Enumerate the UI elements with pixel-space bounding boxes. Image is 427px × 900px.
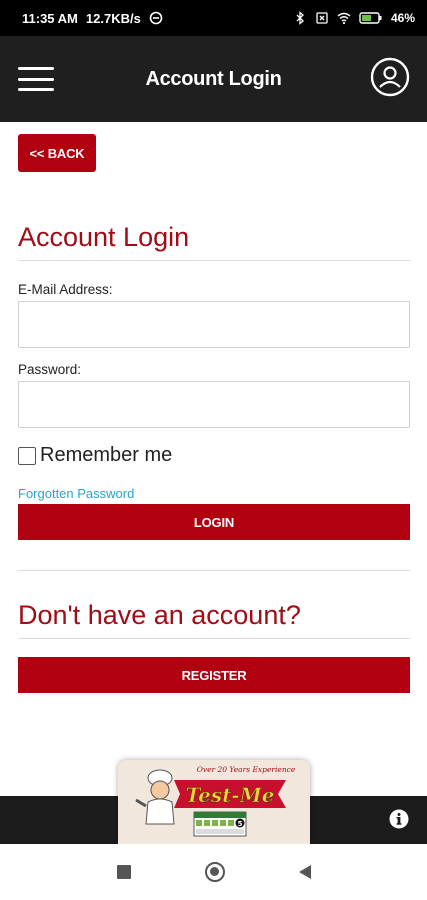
login-button[interactable]: LOGIN: [18, 504, 410, 540]
test-me-logo: Over 20 Years Experience Test-Me 5: [135, 765, 296, 837]
remember-checkbox[interactable]: [18, 446, 36, 465]
home-icon[interactable]: [204, 862, 225, 882]
wifi-icon: [337, 12, 351, 25]
no-sim-icon: [316, 12, 328, 24]
email-field[interactable]: [18, 301, 410, 348]
forgotten-password-link[interactable]: Forgotten Password: [18, 486, 134, 501]
divider: [18, 570, 410, 571]
password-label: Password:: [18, 362, 82, 377]
divider: [18, 260, 410, 261]
brand-logo[interactable]: Over 20 Years Experience Test-Me 5: [118, 760, 310, 844]
hamburger-menu-icon[interactable]: [18, 64, 54, 94]
back-arrow-icon[interactable]: [298, 865, 311, 879]
recents-icon[interactable]: [116, 865, 131, 879]
remember-me[interactable]: Remember me: [18, 444, 172, 467]
logo-brand: Test-Me: [186, 783, 275, 807]
battery-icon: [359, 12, 382, 24]
login-page: << BACK Account Login E-Mail Address: Pa…: [0, 122, 427, 796]
account-circle-icon[interactable]: [370, 57, 410, 97]
bluetooth-icon: [296, 11, 304, 25]
remember-label: Remember me: [40, 444, 173, 466]
data-saver-icon: [149, 11, 163, 25]
system-nav-bar: [0, 844, 427, 900]
password-field[interactable]: [18, 381, 410, 428]
register-heading: Don't have an account?: [18, 600, 301, 630]
back-button[interactable]: << BACK: [18, 134, 96, 172]
logo-tagline: Over 20 Years Experience: [197, 765, 296, 774]
status-speed: 12.7KB/s: [85, 10, 141, 26]
status-bar: 11:35 AM 12.7KB/s 46%: [0, 0, 427, 36]
rating-value: 5: [238, 820, 243, 828]
register-button[interactable]: REGISTER: [18, 657, 410, 693]
info-icon[interactable]: [389, 809, 409, 829]
app-bar: Account Login: [0, 36, 427, 122]
divider: [18, 638, 410, 639]
email-label: E-Mail Address:: [18, 282, 113, 297]
chef-mascot-icon: [135, 769, 175, 825]
battery-percent: 46%: [390, 11, 415, 25]
page-title: Account Login: [18, 222, 190, 252]
status-time: 11:35 AM: [22, 10, 78, 26]
app-title: Account Login: [145, 67, 282, 90]
